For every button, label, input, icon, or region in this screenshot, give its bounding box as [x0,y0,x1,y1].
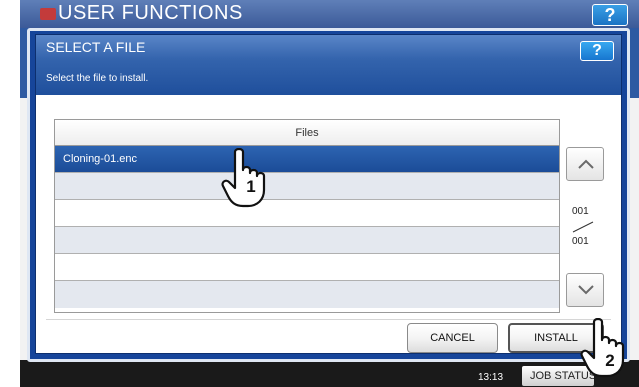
chevron-down-icon [578,285,594,295]
file-row[interactable] [55,254,559,281]
current-page: 001 [572,206,589,217]
footer-divider [46,319,611,320]
hand-pointer-icon: 2 [580,318,625,378]
hand-pointer-icon: 1 [221,148,266,208]
help-button[interactable]: ? [580,41,614,61]
step-2-label: 2 [605,351,614,370]
background-help-button[interactable]: ? [592,4,628,26]
file-list: Files Cloning-01.enc [54,119,560,313]
user-functions-icon [40,8,56,20]
chevron-up-icon [578,159,594,169]
file-row[interactable] [55,173,559,200]
dialog-subtitle: Select the file to install. [46,73,149,84]
files-column-header: Files [55,120,559,146]
total-pages: 001 [572,236,589,247]
file-row[interactable] [55,200,559,227]
dialog-title: SELECT A FILE [46,39,146,55]
scroll-down-button[interactable] [566,273,604,307]
step-1-label: 1 [246,177,255,196]
file-row[interactable]: Cloning-01.enc [55,146,559,173]
clock: 13:13 [478,372,504,383]
file-row[interactable] [55,227,559,254]
background-title: USER FUNCTIONS [58,2,243,24]
file-row[interactable] [55,281,559,308]
page-separator [572,221,594,233]
scroll-up-button[interactable] [566,147,604,181]
select-file-dialog: SELECT A FILE ? Select the file to insta… [27,28,630,362]
dialog-header: SELECT A FILE ? Select the file to insta… [36,35,621,95]
dialog-panel: SELECT A FILE ? Select the file to insta… [35,34,622,354]
cancel-button[interactable]: CANCEL [407,323,498,353]
